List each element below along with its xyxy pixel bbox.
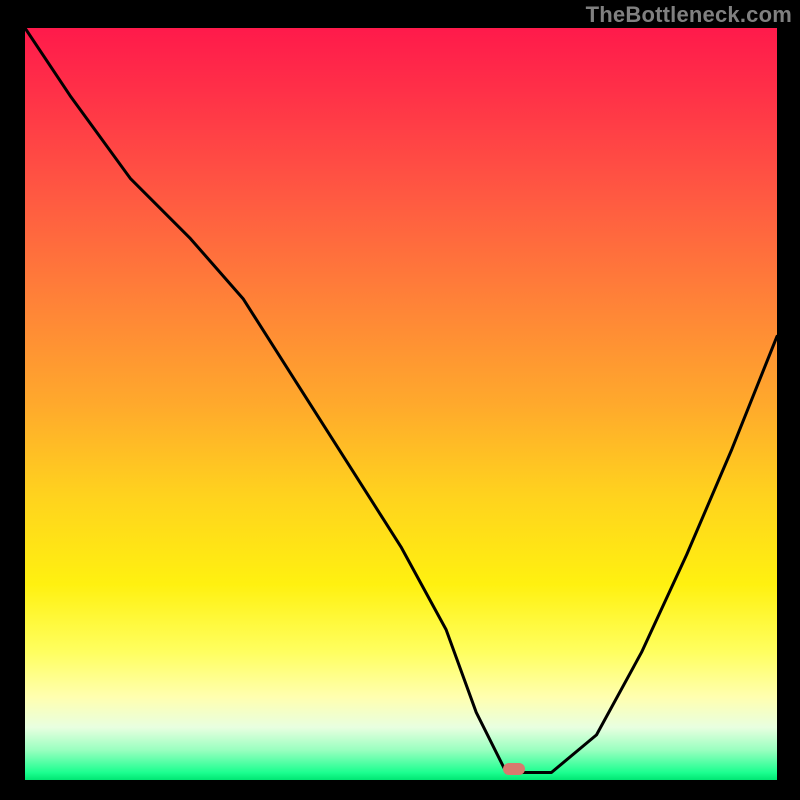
chart-stage: TheBottleneck.com	[0, 0, 800, 800]
plot-area	[25, 28, 777, 780]
optimal-marker	[503, 763, 525, 775]
bottleneck-curve	[25, 28, 777, 780]
watermark-text: TheBottleneck.com	[586, 2, 792, 28]
